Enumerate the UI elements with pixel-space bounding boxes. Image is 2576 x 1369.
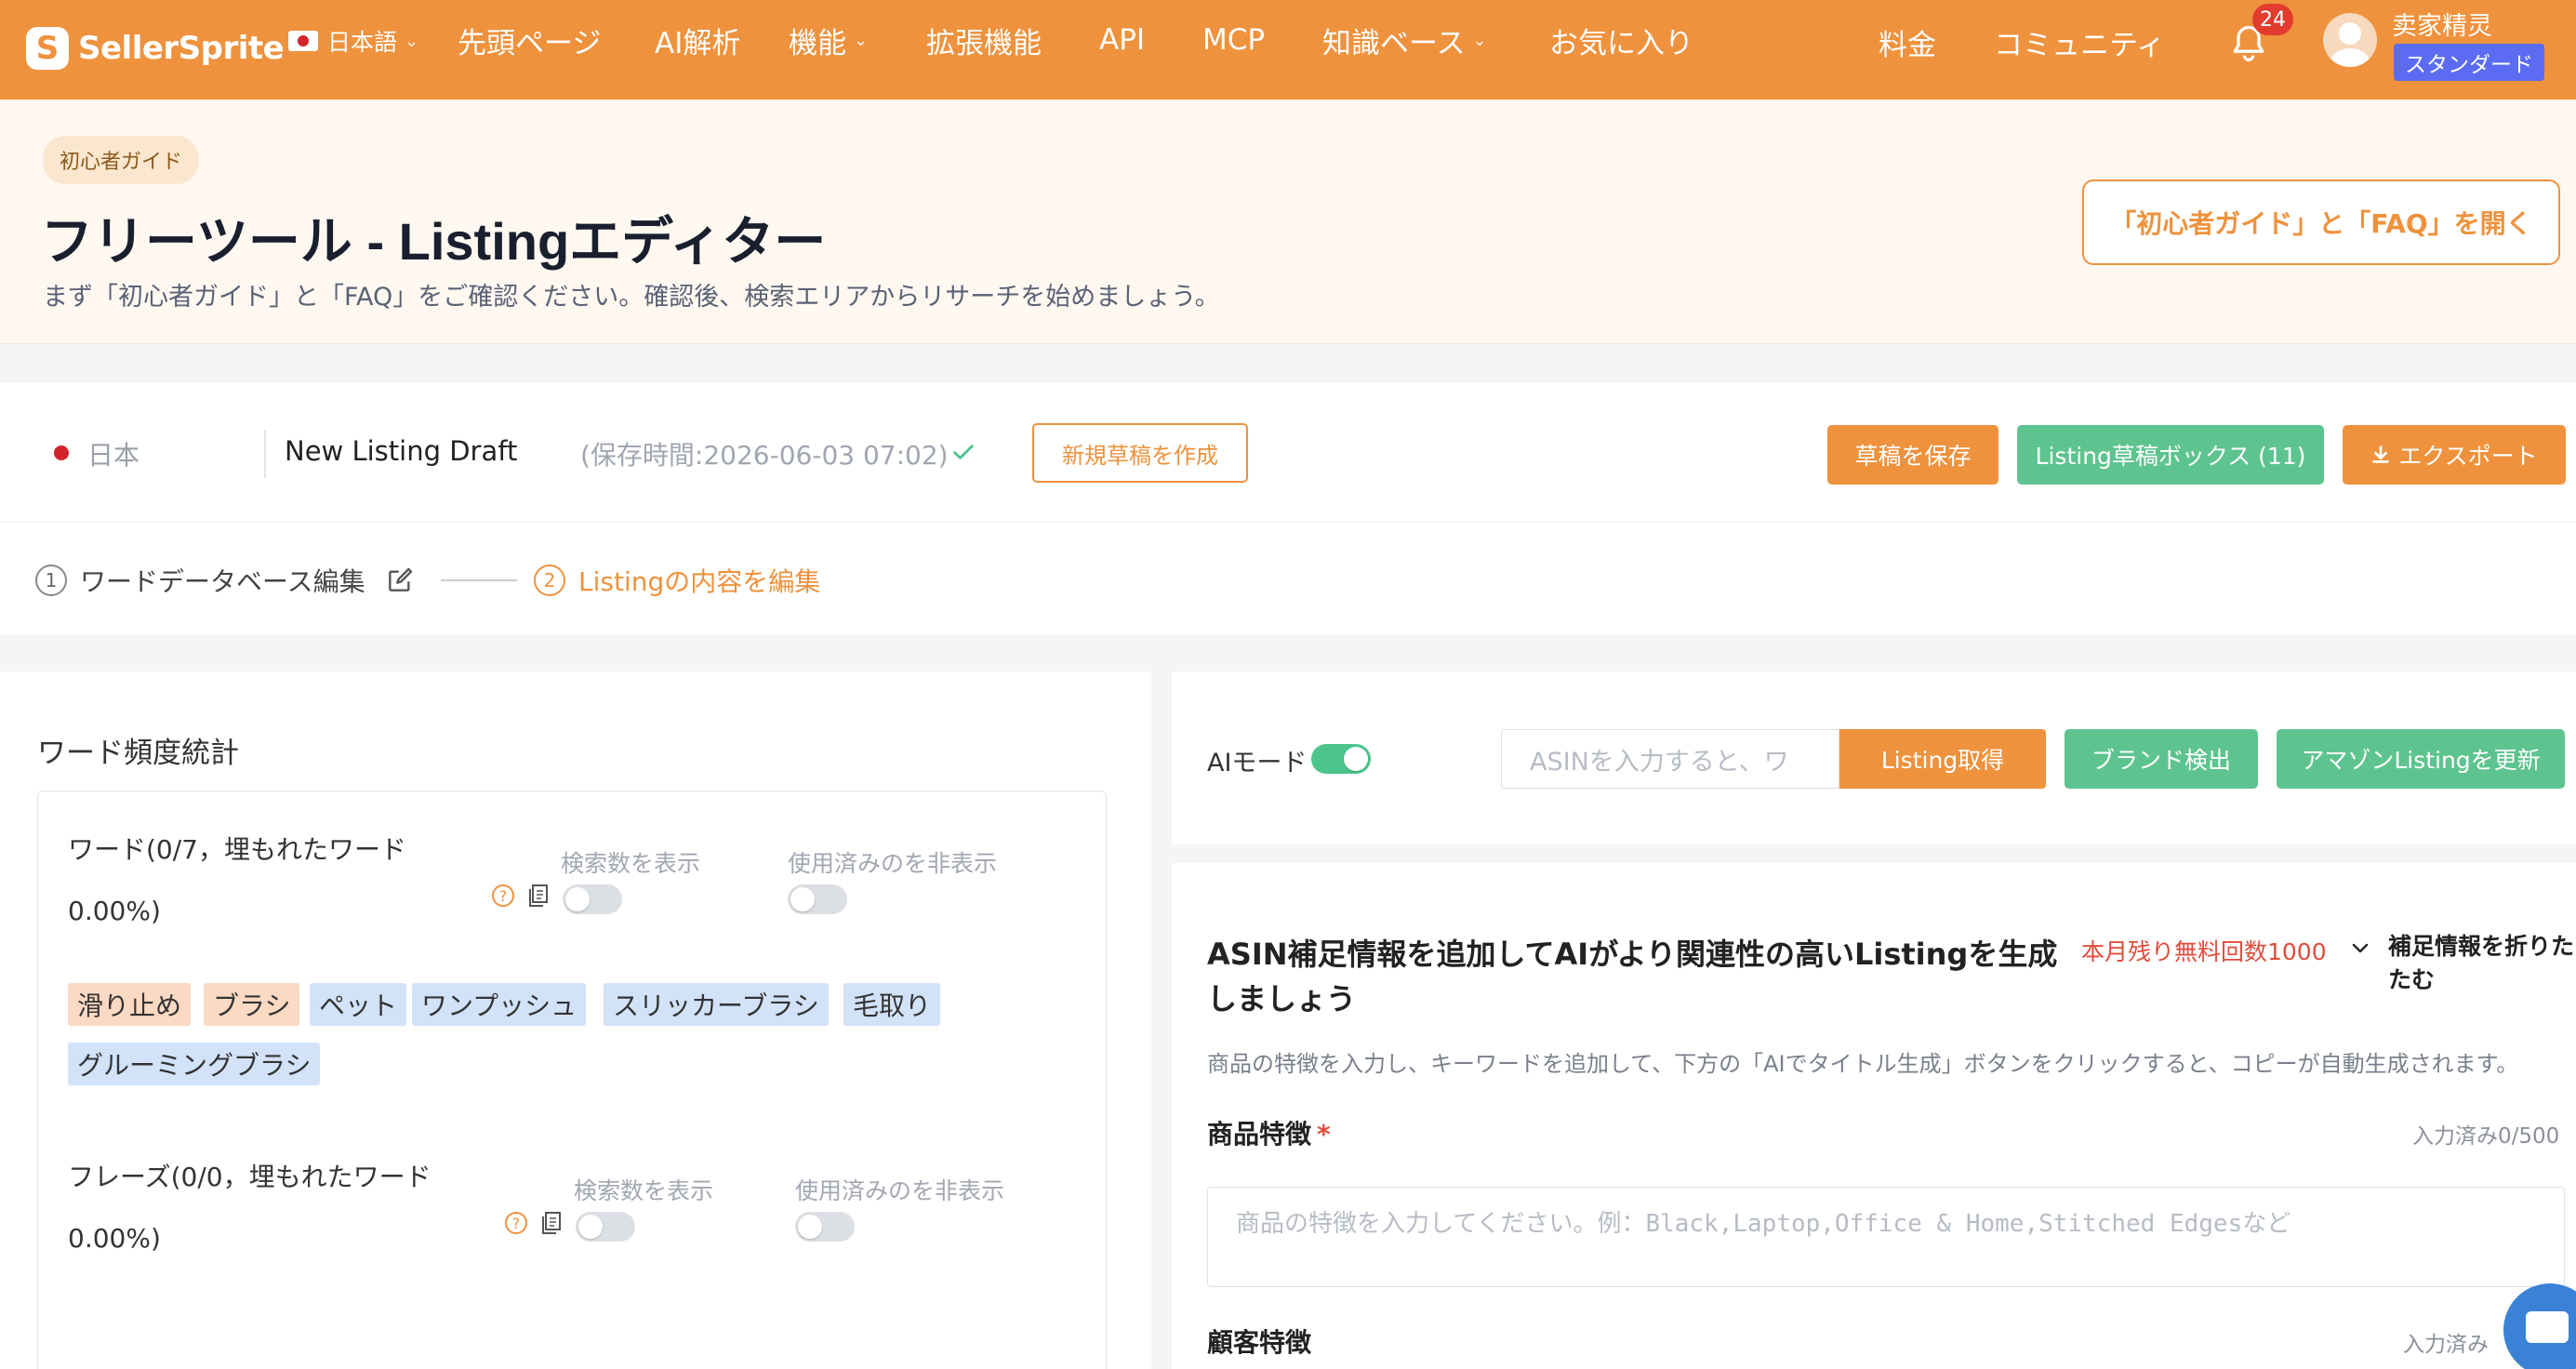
edit-icon[interactable] [385,565,415,595]
word-frequency-panel: ワード頻度統計 ワード(0/7，埋もれたワード 0.00%) ? 検索数を表示 … [0,671,1151,1369]
nav-item-api[interactable]: API [1099,19,1145,61]
hide-used-label: 使用済みのを非表示 [788,850,998,877]
hide-used-toggle[interactable] [788,884,847,914]
nav-item-pricing[interactable]: 料金 [1879,20,1936,63]
chevron-down-icon: ⌄ [1472,30,1487,50]
download-icon [2372,445,2390,463]
logo-text: SellerSprite [78,30,285,67]
step-word-database[interactable]: 1 ワードデータベース編集 [35,562,365,599]
chevron-down-icon[interactable] [2349,937,2371,960]
word-stats-card: ワード(0/7，埋もれたワード 0.00%) ? 検索数を表示 使用済みのを非表… [37,791,1107,1369]
step-edit-listing[interactable]: 2 Listingの内容を編集 [534,562,820,599]
word-tag[interactable]: ブラシ [204,983,300,1026]
save-draft-button[interactable]: 草稿を保存 [1827,425,1998,485]
guide-chip: 初心者ガイド [43,136,200,184]
listing-editor-panel: ASIN補足情報を追加してAIがより関連性の高いListingを生成しましょう … [1172,863,2576,1369]
help-icon[interactable]: ? [492,884,514,907]
marketplace-selector[interactable]: 日本 [87,435,139,472]
word-tag[interactable]: ワンプッシュ [412,983,587,1026]
draft-name[interactable]: New Listing Draft [285,435,517,467]
nav-item-community[interactable]: コミュニティ [1994,20,2165,63]
get-listing-button[interactable]: Listing取得 [1839,729,2046,789]
update-amazon-listing-button[interactable]: アマゾンListingを更新 [2277,729,2565,789]
hide-used-toggle[interactable] [795,1212,855,1242]
notification-count-badge: 24 [2252,4,2293,35]
required-mark: * [1317,1119,1331,1150]
customer-feature-label: 顧客特徴 [1207,1327,1312,1358]
chevron-down-icon: ⌄ [854,30,869,50]
username[interactable]: 卖家精灵 [2392,6,2492,42]
word-tag[interactable]: スリッカーブラシ [604,983,829,1026]
show-search-toggle[interactable] [576,1212,635,1242]
nav-item-home[interactable]: 先頭ページ [458,19,601,61]
ai-toolbar: AIモード ASINを入力すると、ワ Listing取得 ブランド検出 アマゾン… [1172,671,2576,844]
logo-mark-icon: S [26,27,69,70]
marketplace-dot-icon [54,445,69,460]
export-label: エクスポート [2398,443,2538,470]
page-subtitle: まず「初心者ガイド」と「FAQ」をご確認ください。確認後、検索エリアからリサーチ… [43,283,1220,312]
asin-input[interactable]: ASINを入力すると、ワ [1501,729,1839,789]
step-label: ワードデータベース編集 [80,566,365,597]
japan-flag-icon [288,31,318,51]
product-feature-counter: 入力済み0/500 [2412,1124,2560,1149]
section-description: 商品の特徴を入力し、キーワードを追加して、下方の「AIでタイトル生成」ボタンをク… [1207,1051,2519,1077]
show-search-label: 検索数を表示 [574,1177,714,1204]
product-feature-textarea[interactable]: 商品の特徴を入力してください。例：Black,Laptop,Office & H… [1207,1187,2565,1287]
nav-item-features[interactable]: 機能 ⌄ [789,19,868,61]
saved-time: (保存時間:2026-06-03 07:02) [580,440,949,471]
copy-icon[interactable] [540,1211,563,1235]
brand-check-button[interactable]: ブランド検出 [2065,729,2258,789]
nav-item-ai-analysis[interactable]: AI解析 [655,19,740,61]
words-section-title: ワード(0/7，埋もれたワード 0.00%) [68,834,406,926]
help-icon[interactable]: ? [505,1212,527,1234]
step-number: 1 [35,565,67,596]
product-feature-label: 商品特徴 * [1207,1119,1331,1150]
word-tag[interactable]: ペット [310,983,407,1026]
hide-used-label: 使用済みのを非表示 [795,1177,1005,1204]
show-search-label: 検索数を表示 [561,850,701,877]
steps-bar: 1 ワードデータベース編集 2 Listingの内容を編集 [0,523,2576,634]
show-search-toggle[interactable] [563,884,622,914]
phrases-section-title: フレーズ(0/0，埋もれたワード 0.00%) [68,1162,432,1254]
open-guide-faq-button[interactable]: 「初心者ガイド」と「FAQ」を開く [2082,179,2560,265]
nav-item-favorites[interactable]: お気に入り [1549,19,1693,61]
word-tag[interactable]: 滑り止め [68,983,192,1026]
nav-item-knowledge-base[interactable]: 知識ベース ⌄ [1322,19,1487,61]
ai-mode-toggle[interactable] [1311,744,1371,774]
nav-item-mcp[interactable]: MCP [1202,19,1265,61]
section-title: ASIN補足情報を追加してAIがより関連性の高いListingを生成しましょう [1207,937,2058,1017]
panel-title: ワード頻度統計 [37,737,239,770]
chevron-down-icon: ⌄ [405,31,419,51]
step-label: Listingの内容を編集 [578,566,821,597]
divider [264,430,266,478]
page-title: フリーツール - Listingエディター [41,212,827,271]
word-tag[interactable]: 毛取り [843,983,941,1026]
logo[interactable]: S SellerSprite [26,19,285,78]
step-connector [441,579,517,581]
top-nav: S SellerSprite 日本語 ⌄ 先頭ページ AI解析 機能 ⌄ 拡張機能… [0,0,2576,100]
draft-box-button[interactable]: Listing草稿ボックス (11) [2017,425,2324,485]
check-icon [953,445,974,459]
export-button[interactable]: エクスポート [2343,425,2566,485]
step-number: 2 [534,565,565,596]
hero-banner: 初心者ガイド フリーツール - Listingエディター まず「初心者ガイド」と… [0,100,2576,344]
plan-badge: スタンダード [2394,44,2544,81]
avatar[interactable] [2323,13,2377,67]
free-count: 本月残り無料回数1000 [2081,938,2327,965]
word-tag[interactable]: グルーミングブラシ [68,1043,321,1085]
collapse-info-button[interactable]: 補足情報を折りたたむ [2388,930,2574,997]
language-selector[interactable]: 日本語 ⌄ [288,24,418,58]
copy-icon[interactable] [527,884,550,908]
nav-item-extension[interactable]: 拡張機能 [926,19,1042,61]
ai-mode-label: AIモード [1207,749,1308,778]
new-draft-button[interactable]: 新規草稿を作成 [1032,423,1248,483]
draft-toolbar: 日本 New Listing Draft (保存時間:2026-06-03 07… [0,383,2576,523]
customer-feature-counter: 入力済み [2403,1333,2489,1357]
language-label: 日本語 [327,29,398,56]
